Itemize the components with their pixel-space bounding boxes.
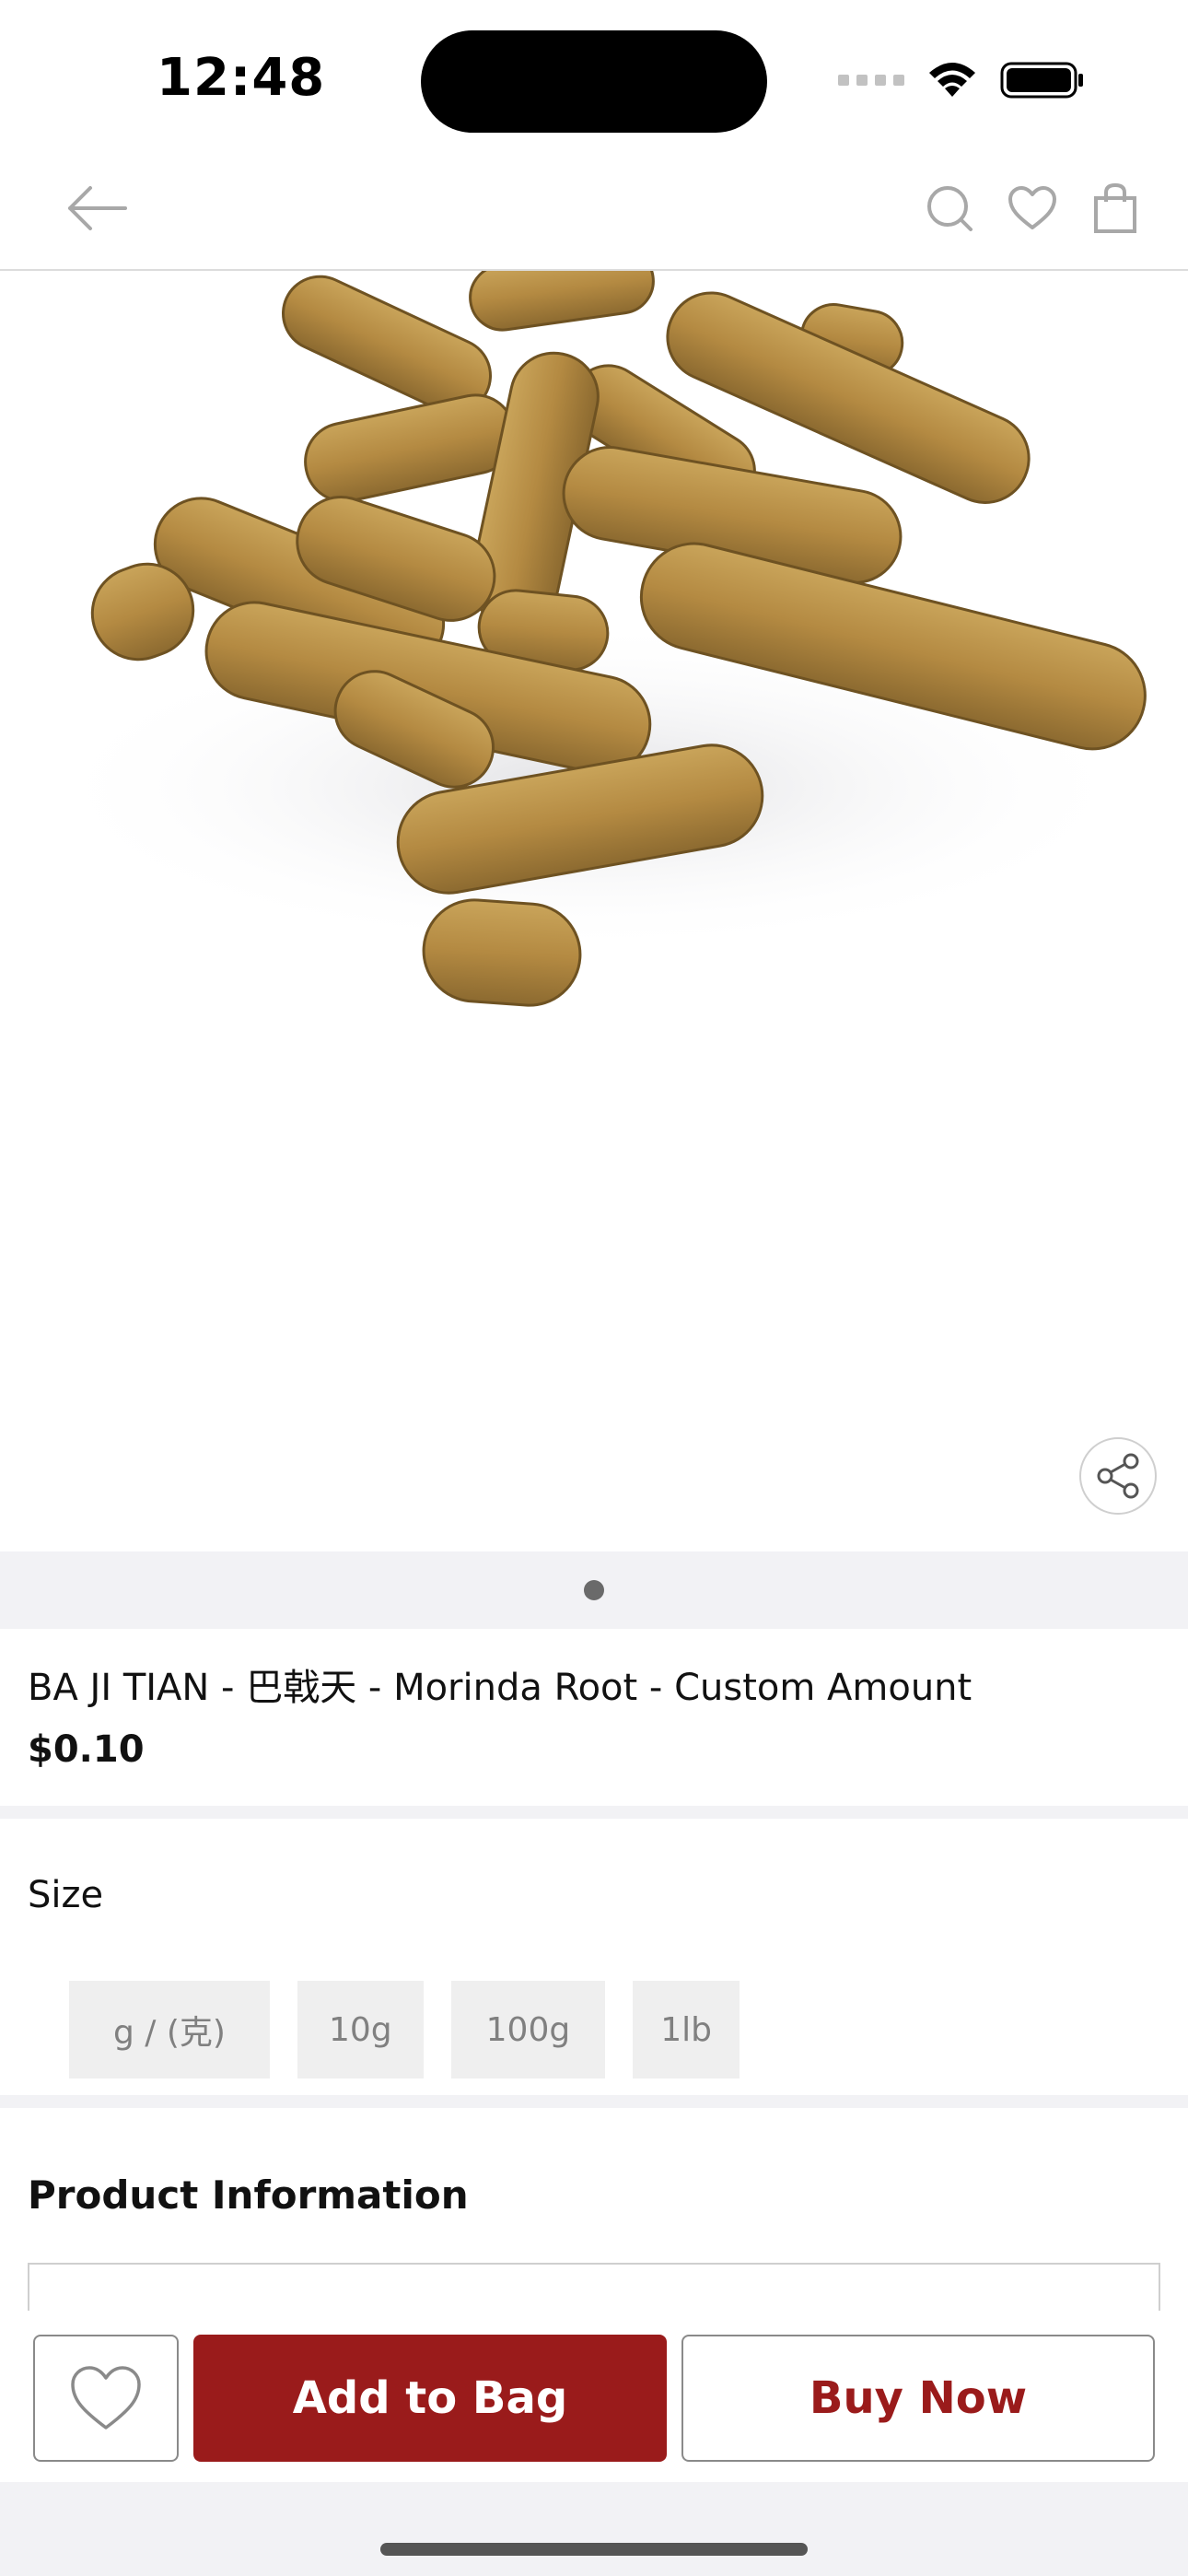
dynamic-island <box>421 30 767 133</box>
size-option-10g[interactable]: 10g <box>297 1981 424 2078</box>
cart-button[interactable] <box>1089 181 1142 235</box>
status-icons <box>838 57 1085 103</box>
product-header: BA JI TIAN - 巴戟天 - Morinda Root - Custom… <box>0 1629 1188 1806</box>
product-info-section: Product Information <box>0 2108 1188 2318</box>
size-options: g / (克) 10g 100g 1lb <box>69 1981 740 2078</box>
product-info-content <box>28 2263 1160 2318</box>
size-option-100g[interactable]: 100g <box>450 1981 606 2078</box>
battery-icon <box>1000 62 1083 99</box>
size-option-1lb[interactable]: 1lb <box>633 1981 740 2078</box>
size-label: Size <box>28 1874 104 1916</box>
wishlist-nav-button[interactable] <box>1006 181 1059 235</box>
share-icon <box>1097 1453 1139 1499</box>
pager-dot-active[interactable] <box>584 1580 604 1600</box>
cellular-signal-icon <box>838 75 904 86</box>
bottom-bar: Add to Bag Buy Now <box>0 2311 1188 2576</box>
status-time: 12:48 <box>157 48 326 108</box>
product-image <box>0 271 1188 1045</box>
search-button[interactable] <box>923 181 976 235</box>
add-to-bag-button[interactable]: Add to Bag <box>193 2335 667 2462</box>
gallery-pager <box>0 1551 1188 1629</box>
heart-icon <box>1008 186 1056 229</box>
nav-bar <box>0 147 1188 271</box>
divider <box>0 1806 1188 1819</box>
heart-icon <box>71 2366 141 2430</box>
status-bar: 12:48 <box>0 0 1188 147</box>
divider <box>0 2095 1188 2108</box>
back-button[interactable] <box>64 181 129 236</box>
nav-actions <box>923 181 1142 236</box>
wishlist-button[interactable] <box>33 2335 179 2462</box>
product-gallery[interactable] <box>0 271 1188 1551</box>
wifi-icon <box>929 63 975 97</box>
share-button[interactable] <box>1079 1437 1157 1515</box>
product-title: BA JI TIAN - 巴戟天 - Morinda Root - Custom… <box>28 1667 973 1709</box>
product-price: $0.10 <box>28 1728 145 1771</box>
bottom-actions: Add to Bag Buy Now <box>0 2311 1188 2482</box>
product-info-title: Product Information <box>28 2172 469 2218</box>
buy-now-button[interactable]: Buy Now <box>681 2335 1155 2462</box>
size-section: Size g / (克) 10g 100g 1lb <box>0 1819 1188 2095</box>
shopping-bag-icon <box>1094 182 1136 233</box>
arrow-left-icon <box>68 186 127 230</box>
home-indicator[interactable] <box>380 2543 808 2556</box>
search-icon <box>927 186 973 231</box>
size-option-custom[interactable]: g / (克) <box>69 1981 270 2078</box>
